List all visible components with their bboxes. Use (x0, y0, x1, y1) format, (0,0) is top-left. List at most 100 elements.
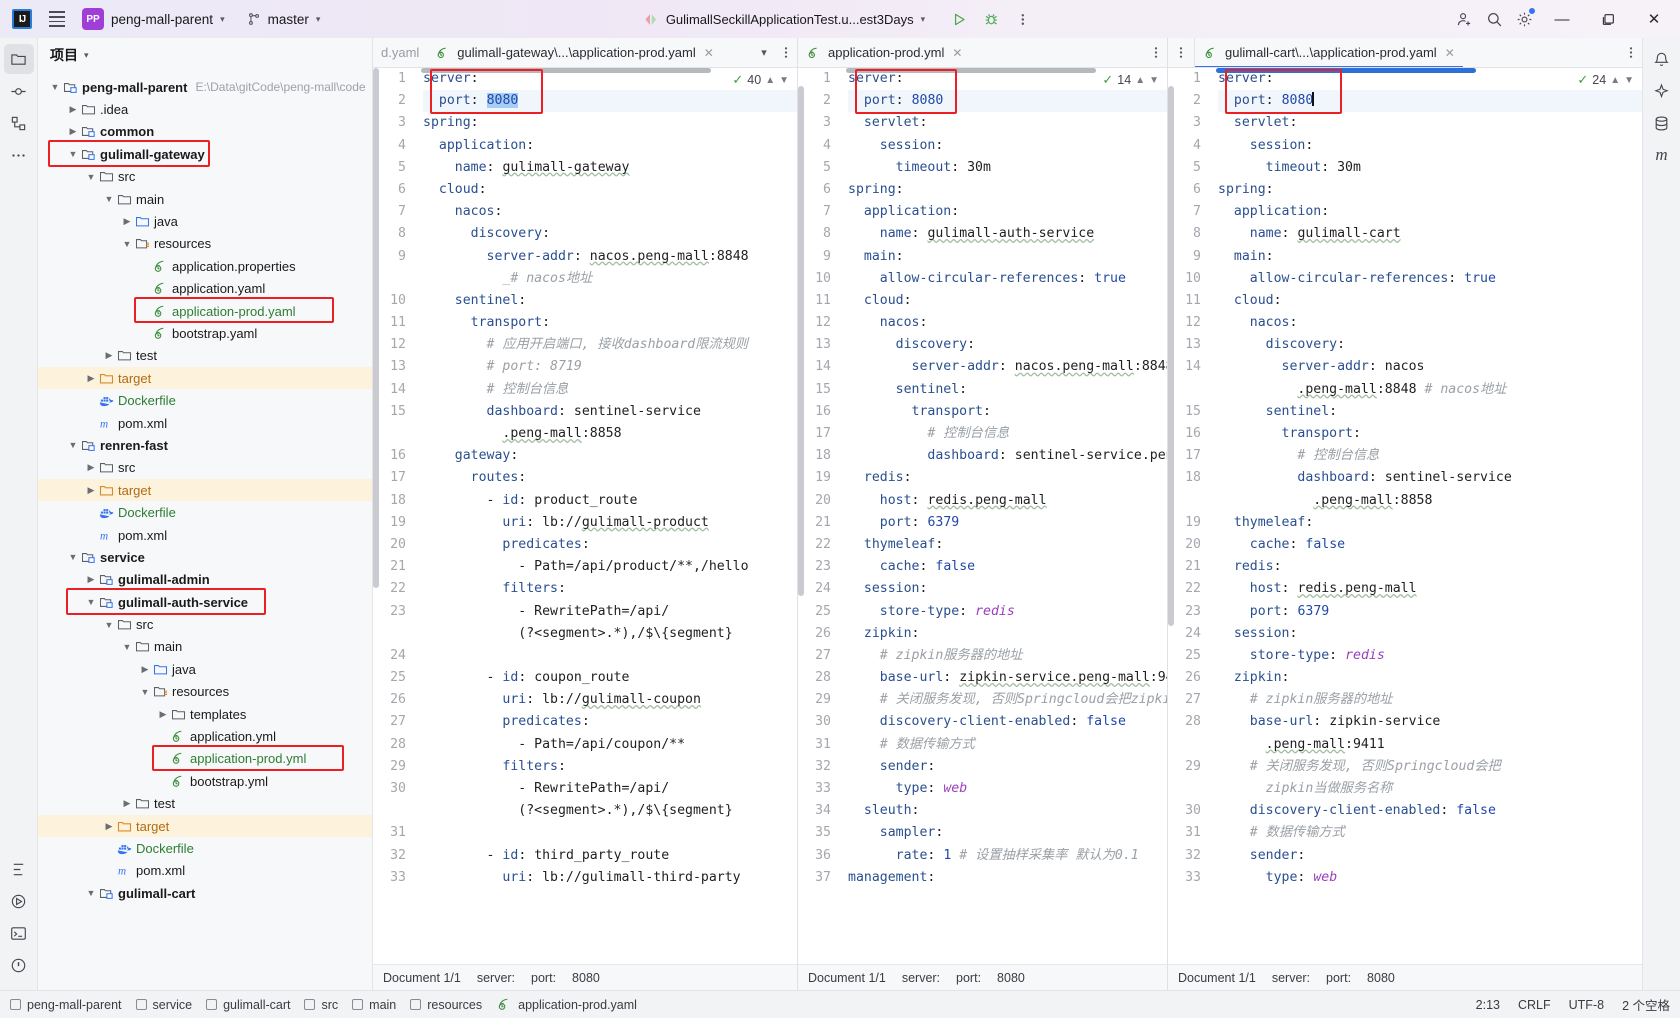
code-area-1[interactable]: ✓ 40 ▲ ▼ 1 2 3 4 5 6 7 8 9 10 11 12 13 14 15 16 17 18 19 20… (373, 68, 797, 964)
prev-problem-icon[interactable]: ▲ (765, 75, 775, 86)
tree-node-peng-mall-parent[interactable]: ▼ peng-mall-parent E:\Data\gitCode\peng-ma… (38, 76, 372, 98)
chevron-down-icon[interactable]: ▼ (66, 440, 80, 450)
crumb-port[interactable]: port: (1326, 971, 1351, 985)
tree-node-gulimall-admin[interactable]: ▶ gulimall-admin (38, 569, 372, 591)
tree-node-test[interactable]: ▶ test (38, 793, 372, 815)
chevron-right-icon[interactable]: ▶ (102, 350, 116, 361)
chevron-right-icon[interactable]: ▶ (120, 798, 134, 809)
breadcrumb-item[interactable]: gulimall-cart (206, 998, 290, 1012)
tree-node-src[interactable]: ▼ src (38, 613, 372, 635)
editor-options-icon[interactable] (775, 38, 797, 67)
close-tab-icon[interactable]: ✕ (704, 46, 714, 60)
minimize-icon[interactable]: — (1540, 0, 1584, 38)
crumb-port[interactable]: port: (531, 971, 556, 985)
tree-node-idea[interactable]: ▶ .idea (38, 98, 372, 120)
inspection-widget-1[interactable]: ✓ 40 ▲ ▼ (732, 72, 789, 88)
run-configuration-selector[interactable]: GulimallSeckillApplicationTest.u...est3D… (643, 11, 925, 27)
tree-node-gulimall-gateway[interactable]: ▼ gulimall-gateway (38, 143, 372, 165)
more-actions-button[interactable] (1009, 5, 1037, 33)
editor-hscrollbar-2[interactable] (846, 68, 1096, 73)
tree-node-main[interactable]: ▼ main (38, 636, 372, 658)
tab-list-chevron-icon[interactable]: ▾ (753, 38, 775, 67)
project-tool-icon[interactable] (3, 44, 34, 74)
chevron-down-icon[interactable]: ▼ (84, 888, 98, 898)
structure-tool-icon[interactable] (4, 108, 34, 138)
source-text[interactable]: server: port: 8080 servlet: session: tim… (1210, 68, 1642, 889)
tree-node-dockerfile[interactable]: Dockerfile (38, 501, 372, 523)
maven-icon[interactable]: m (1647, 140, 1677, 170)
tree-node-java[interactable]: ▶ java (38, 210, 372, 232)
tree-node-application-yaml[interactable]: application.yaml (38, 278, 372, 300)
source-text[interactable]: server: port: 8080 spring: application: n… (415, 68, 797, 889)
crumb-value[interactable]: 8080 (1367, 971, 1395, 985)
tree-node-service[interactable]: ▼ service (38, 546, 372, 568)
editor-hscrollbar-3[interactable] (1216, 68, 1476, 73)
tree-node-test[interactable]: ▶ test (38, 345, 372, 367)
database-icon[interactable] (1647, 108, 1677, 138)
tree-node-gulimall-auth-service[interactable]: ▼ gulimall-auth-service (38, 591, 372, 613)
chevron-down-icon[interactable]: ▾ (84, 50, 89, 61)
tree-node-application-properties[interactable]: application.properties (38, 255, 372, 277)
add-collaborator-button[interactable] (1450, 5, 1478, 33)
breadcrumb-item[interactable]: application-prod.yaml (496, 997, 637, 1013)
tree-node-src[interactable]: ▼ src (38, 166, 372, 188)
next-problem-icon[interactable]: ▼ (1624, 75, 1634, 86)
chevron-right-icon[interactable]: ▶ (84, 574, 98, 585)
prev-problem-icon[interactable]: ▲ (1610, 75, 1620, 86)
more-tools-icon[interactable] (4, 140, 34, 170)
inspection-widget-2[interactable]: ✓ 14 ▲ ▼ (1102, 72, 1159, 88)
chevron-right-icon[interactable]: ▶ (120, 216, 134, 227)
inspection-widget-3[interactable]: ✓ 24 ▲ ▼ (1577, 72, 1634, 88)
editor-scrollbar-1[interactable] (373, 68, 379, 588)
tree-node-gulimall-cart[interactable]: ▼ gulimall-cart (38, 882, 372, 904)
status-bar-item[interactable]: UTF-8 (1569, 998, 1604, 1012)
breadcrumb-item[interactable]: peng-mall-parent (10, 998, 122, 1012)
chevron-right-icon[interactable]: ▶ (102, 821, 116, 832)
next-problem-icon[interactable]: ▼ (1149, 75, 1159, 86)
chevron-down-icon[interactable]: ▼ (84, 597, 98, 607)
run-button[interactable] (945, 5, 973, 33)
chevron-right-icon[interactable]: ▶ (84, 462, 98, 473)
tree-node-common[interactable]: ▶ common (38, 121, 372, 143)
crumb-value[interactable]: 8080 (572, 971, 600, 985)
chevron-down-icon[interactable]: ▼ (102, 194, 116, 204)
terminal-tool-icon[interactable] (4, 918, 34, 948)
tree-node-pom-xml[interactable]: m pom.xml (38, 412, 372, 434)
editor-options-icon[interactable] (1145, 38, 1167, 67)
tree-node-application-yml[interactable]: application.yml (38, 725, 372, 747)
source-text[interactable]: server: port: 8080 servlet: session: tim… (840, 68, 1167, 889)
tree-node-renren-fast[interactable]: ▼ renren-fast (38, 434, 372, 456)
tree-node-application-prod-yaml[interactable]: application-prod.yaml (38, 300, 372, 322)
code-area-2[interactable]: ✓ 14 ▲ ▼ 1 2 3 4 5 6 7 8 9 10 11 12 13 14 15 16 17 18 19 20… (798, 68, 1167, 964)
tab-gateway-application-prod[interactable]: gulimall-gateway\...\application-prod.ya… (427, 38, 722, 67)
close-icon[interactable]: ✕ (1632, 0, 1676, 38)
maximize-icon[interactable] (1586, 0, 1630, 38)
chevron-right-icon[interactable]: ▶ (66, 104, 80, 115)
todo-tool-icon[interactable] (4, 854, 34, 884)
crumb-port[interactable]: port: (956, 971, 981, 985)
close-tab-icon[interactable]: ✕ (952, 46, 962, 60)
debug-button[interactable] (977, 5, 1005, 33)
tree-node-resources[interactable]: ▼ resources (38, 233, 372, 255)
crumb-server[interactable]: server: (902, 971, 940, 985)
commit-tool-icon[interactable] (4, 76, 34, 106)
tree-node-java[interactable]: ▶ java (38, 658, 372, 680)
chevron-down-icon[interactable]: ▼ (48, 82, 62, 92)
tree-node-src[interactable]: ▶ src (38, 457, 372, 479)
notifications-icon[interactable] (1647, 44, 1677, 74)
crumb-value[interactable]: 8080 (997, 971, 1025, 985)
tree-node-templates[interactable]: ▶ templates (38, 703, 372, 725)
main-menu-icon[interactable] (46, 8, 68, 29)
gear-icon[interactable] (1510, 5, 1538, 33)
status-bar-item[interactable]: 2 个空格 (1622, 995, 1670, 1014)
chevron-down-icon[interactable]: ▼ (120, 642, 134, 652)
branch-selector[interactable]: master ▾ (247, 12, 320, 27)
code-area-3[interactable]: ✓ 24 ▲ ▼ 1 2 3 4 5 6 7 8 9 10 11 12 13 14 15 16 17 18 19 20… (1168, 68, 1642, 964)
editor-scrollbar-2[interactable] (798, 86, 804, 596)
crumb-server[interactable]: server: (1272, 971, 1310, 985)
tab-prev-ghost[interactable]: d.yaml (373, 38, 427, 67)
crumb-server[interactable]: server: (477, 971, 515, 985)
chevron-down-icon[interactable]: ▼ (120, 239, 134, 249)
tree-node-application-prod-yml[interactable]: application-prod.yml (38, 748, 372, 770)
tree-node-dockerfile[interactable]: Dockerfile (38, 389, 372, 411)
